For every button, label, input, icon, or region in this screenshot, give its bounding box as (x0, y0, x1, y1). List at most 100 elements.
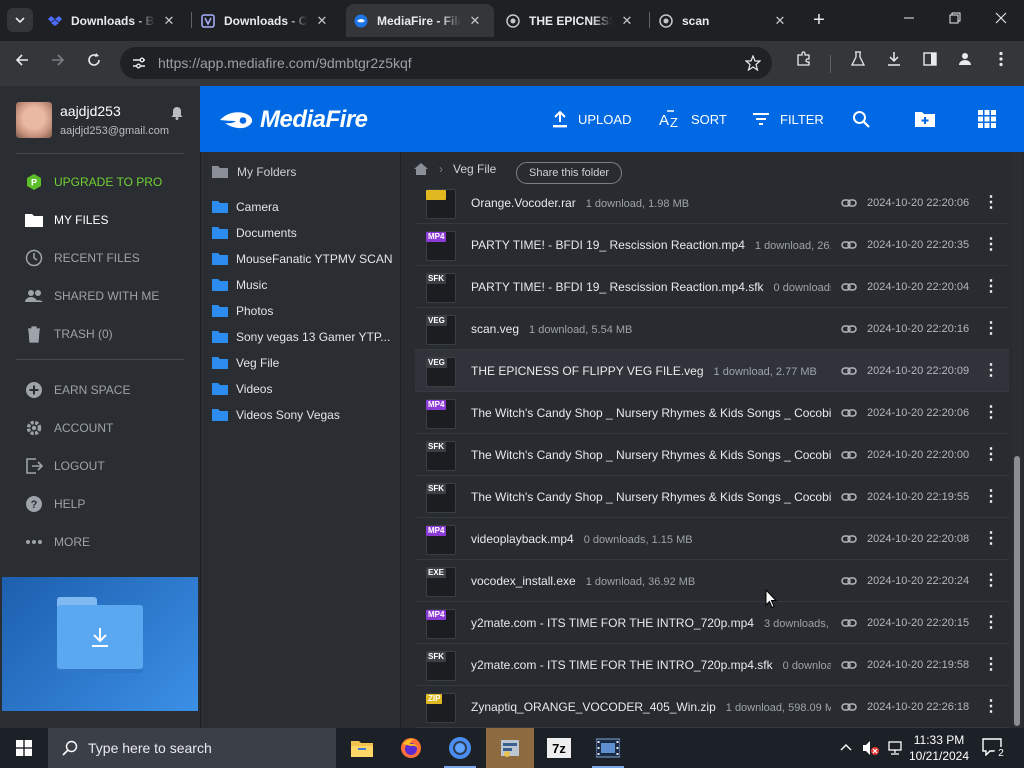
file-row[interactable]: MP4 The Witch's Candy Shop _ Nursery Rhym… (415, 392, 1009, 434)
tree-folder[interactable]: Music (211, 276, 267, 294)
tree-root[interactable]: My Folders (211, 165, 296, 179)
more-vert-icon[interactable]: ⋮ (983, 319, 999, 339)
file-name[interactable]: videoplayback.mp4 (471, 532, 574, 546)
tab-search-button[interactable] (7, 8, 33, 32)
link-icon[interactable] (841, 364, 857, 378)
filter-button[interactable]: FILTER (752, 108, 824, 130)
file-name[interactable]: PARTY TIME! - BFDI 19_ Rescission Reacti… (471, 238, 745, 252)
new-folder-button[interactable] (914, 108, 936, 130)
file-row[interactable]: VEG scan.veg 1 download, 5.54 MB 2024-10-20… (415, 308, 1009, 350)
scrollbar-thumb[interactable] (1014, 456, 1020, 726)
link-icon[interactable] (841, 238, 857, 252)
file-name[interactable]: vocodex_install.exe (471, 574, 576, 588)
file-name[interactable]: PARTY TIME! - BFDI 19_ Rescission Reacti… (471, 280, 764, 294)
notifications-button[interactable]: 2 (982, 738, 1008, 761)
tree-folder[interactable]: Sony vegas 13 Gamer YTP... (211, 328, 390, 346)
browser-menu-button[interactable] (989, 51, 1013, 75)
link-icon[interactable] (841, 658, 857, 672)
new-tab-button[interactable]: + (807, 8, 831, 32)
more-vert-icon[interactable]: ⋮ (983, 487, 999, 507)
taskbar-chrome[interactable] (436, 728, 484, 768)
link-icon[interactable] (841, 490, 857, 504)
taskbar-clock[interactable]: 11:33 PM 10/21/2024 (900, 732, 978, 764)
file-row[interactable]: Orange.Vocoder.rar 1 download, 1.98 MB 202… (415, 182, 1009, 224)
sidebar-item-logout[interactable]: LOGOUT (24, 454, 105, 478)
file-name[interactable]: The Witch's Candy Shop _ Nursery Rhymes … (471, 448, 831, 462)
tab-close-icon[interactable]: ✕ (772, 13, 788, 29)
link-icon[interactable] (841, 406, 857, 420)
file-row[interactable]: MP4 videoplayback.mp4 0 downloads, 1.15 MB… (415, 518, 1009, 560)
sidebar-item-more[interactable]: MORE (24, 530, 90, 554)
more-vert-icon[interactable]: ⋮ (983, 277, 999, 297)
download-app-promo[interactable] (2, 577, 198, 711)
link-icon[interactable] (841, 280, 857, 294)
tab-downloads-c[interactable]: Downloads - C ✕ (193, 4, 343, 37)
tab-mediafire[interactable]: MediaFire - File ✕ (346, 4, 494, 37)
downloads-button[interactable] (882, 51, 906, 75)
profile-button[interactable] (953, 51, 977, 75)
file-name[interactable]: Zynaptiq_ORANGE_VOCODER_405_Win.zip (471, 700, 716, 714)
tab-close-icon[interactable]: ✕ (161, 13, 177, 29)
file-row[interactable]: MP4 y2mate.com - ITS TIME FOR THE INTRO_7… (415, 602, 1009, 644)
tree-folder[interactable]: MouseFanatic YTPMV SCAN (211, 250, 393, 268)
tree-folder[interactable]: Videos Sony Vegas (211, 406, 340, 424)
taskbar-video-editor[interactable] (584, 728, 632, 768)
home-icon[interactable] (413, 162, 429, 176)
link-icon[interactable] (841, 448, 857, 462)
address-bar[interactable]: https://app.mediafire.com/9dmbtgr2z5kqf (120, 47, 772, 79)
start-button[interactable] (0, 728, 48, 768)
taskbar-7zip[interactable]: 7z (535, 728, 583, 768)
tree-folder[interactable]: Veg File (211, 354, 279, 372)
mediafire-logo[interactable]: MediaFire (218, 106, 368, 134)
file-name[interactable]: The Witch's Candy Shop _ Nursery Rhymes … (471, 490, 831, 504)
tree-folder[interactable]: Videos (211, 380, 272, 398)
more-vert-icon[interactable]: ⋮ (983, 613, 999, 633)
more-vert-icon[interactable]: ⋮ (983, 235, 999, 255)
sidebar-item-my-files[interactable]: MY FILES (24, 208, 108, 232)
file-name[interactable]: y2mate.com - ITS TIME FOR THE INTRO_720p… (471, 616, 754, 630)
tab-scan[interactable]: scan ✕ (651, 4, 801, 37)
file-name[interactable]: THE EPICNESS OF FLIPPY VEG FILE.veg (471, 364, 704, 378)
more-vert-icon[interactable]: ⋮ (983, 655, 999, 675)
upload-button[interactable]: UPLOAD (552, 108, 631, 130)
site-settings-icon[interactable] (132, 56, 146, 70)
side-panel-button[interactable] (918, 51, 942, 75)
file-row[interactable]: VEG THE EPICNESS OF FLIPPY VEG FILE.veg 1 … (415, 350, 1009, 392)
more-vert-icon[interactable]: ⋮ (983, 445, 999, 465)
reload-button[interactable] (82, 51, 106, 75)
scrollbar[interactable] (1012, 152, 1022, 728)
more-vert-icon[interactable]: ⋮ (983, 361, 999, 381)
taskbar-search[interactable]: Type here to search (48, 728, 336, 768)
labs-button[interactable] (846, 51, 870, 75)
file-name[interactable]: The Witch's Candy Shop _ Nursery Rhymes … (471, 406, 831, 420)
forward-button[interactable] (46, 51, 70, 75)
tab-close-icon[interactable]: ✕ (314, 13, 330, 29)
file-name[interactable]: scan.veg (471, 322, 519, 336)
grid-view-button[interactable] (978, 108, 996, 130)
file-row[interactable]: SFK PARTY TIME! - BFDI 19_ Rescission Rea… (415, 266, 1009, 308)
file-name[interactable]: y2mate.com - ITS TIME FOR THE INTRO_720p… (471, 658, 773, 672)
link-icon[interactable] (841, 574, 857, 588)
link-icon[interactable] (841, 196, 857, 210)
file-row[interactable]: SFK The Witch's Candy Shop _ Nursery Rhym… (415, 476, 1009, 518)
more-vert-icon[interactable]: ⋮ (983, 697, 999, 717)
file-row[interactable]: SFK y2mate.com - ITS TIME FOR THE INTRO_7… (415, 644, 1009, 686)
chevron-up-icon[interactable] (840, 743, 852, 751)
link-icon[interactable] (841, 322, 857, 336)
tree-folder[interactable]: Camera (211, 198, 279, 216)
sidebar-item-help[interactable]: ? HELP (24, 492, 85, 516)
sidebar-item-shared[interactable]: SHARED WITH ME (24, 284, 159, 308)
search-button[interactable] (852, 108, 870, 130)
file-row[interactable]: MP4 PARTY TIME! - BFDI 19_ Rescission Rea… (415, 224, 1009, 266)
tab-downloads-b[interactable]: Downloads - B ✕ (40, 4, 190, 37)
tab-close-icon[interactable]: ✕ (467, 13, 483, 29)
tab-close-icon[interactable]: ✕ (619, 13, 635, 29)
sort-button[interactable]: AZ SORT (659, 108, 727, 130)
taskbar-vegas[interactable] (486, 728, 534, 768)
sidebar-item-earn-space[interactable]: EARN SPACE (24, 378, 130, 402)
link-icon[interactable] (841, 532, 857, 546)
avatar[interactable] (16, 102, 52, 138)
minimize-button[interactable] (897, 8, 921, 32)
tab-the-epicness[interactable]: THE EPICNESS ✕ (498, 4, 648, 37)
sidebar-item-trash[interactable]: TRASH (0) (24, 322, 113, 346)
